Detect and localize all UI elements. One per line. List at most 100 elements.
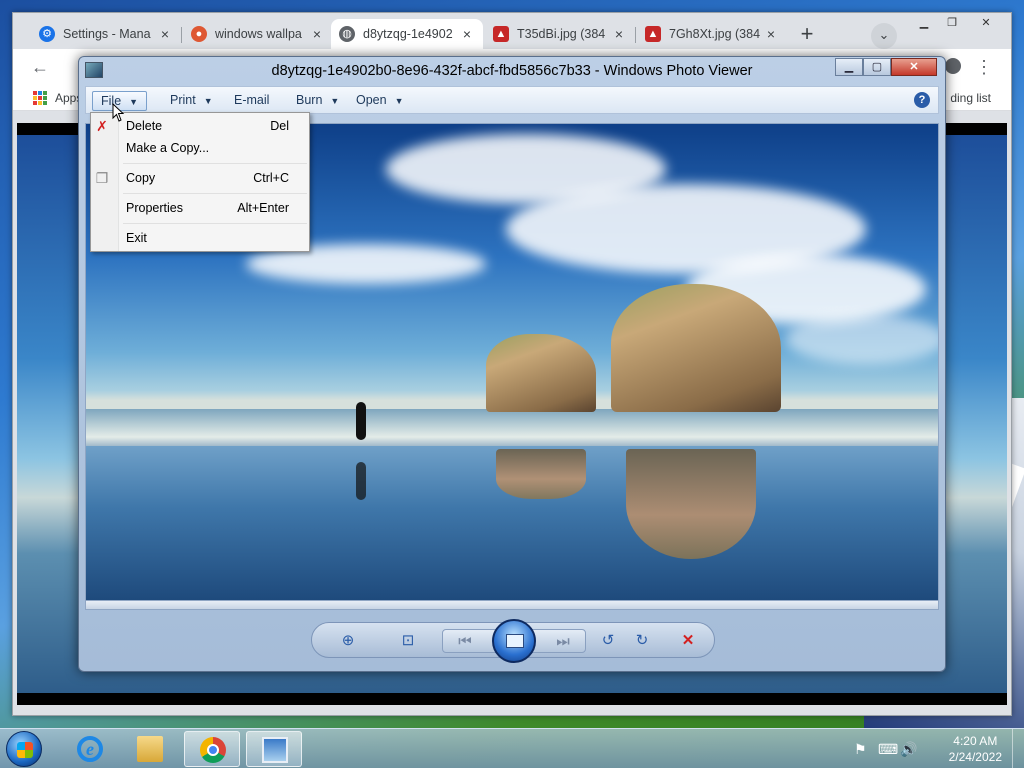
delete-x-icon: ✗ (96, 118, 108, 134)
menu-item-label: Properties (126, 201, 183, 215)
back-arrow-icon[interactable]: ← (31, 57, 49, 78)
photo-rock-small (486, 334, 596, 412)
delete-icon[interactable]: ✕ (678, 631, 698, 651)
close-tab-icon[interactable]: × (459, 26, 475, 42)
photo-viewer-titlebar[interactable]: d8ytzqg-1e4902b0-8e96-432f-abcf-fbd5856c… (79, 57, 945, 85)
image-icon: ▲ (493, 26, 509, 42)
tab-image-t35[interactable]: ▲ T35dBi.jpg (384 × (485, 19, 635, 49)
print-menu[interactable]: Print ▼ (162, 91, 221, 111)
tab-image-7gh[interactable]: ▲ 7Gh8Xt.jpg (384 × (637, 19, 787, 49)
slideshow-icon (506, 634, 524, 648)
email-label: E-mail (234, 93, 270, 107)
photo-runner (356, 402, 366, 440)
clock-date: 2/24/2022 (948, 750, 1002, 764)
print-menu-label: Print (170, 93, 196, 107)
photo-viewer-icon (262, 737, 288, 763)
open-menu-label: Open (356, 93, 387, 107)
close-tab-icon[interactable]: × (763, 26, 779, 42)
chevron-down-icon: ▼ (129, 97, 139, 107)
slideshow-button[interactable] (492, 619, 536, 663)
browser-maximize-button[interactable]: ❐ (937, 13, 967, 33)
taskbar-chrome[interactable] (184, 731, 240, 767)
window-title: d8ytzqg-1e4902b0-8e96-432f-abcf-fbd5856c… (271, 63, 753, 79)
duckduckgo-icon: ● (191, 26, 207, 42)
help-icon[interactable]: ? (914, 92, 930, 108)
zoom-icon[interactable]: ⊕ (338, 631, 358, 651)
photo-viewer-app-icon (85, 62, 103, 78)
menu-item-exit[interactable]: Exit (121, 227, 303, 249)
photo-bottom-edge (85, 600, 939, 610)
chevron-down-icon: ▼ (394, 96, 404, 106)
open-menu[interactable]: Open ▼ (348, 91, 412, 111)
menu-item-copy[interactable]: ❐ Copy Ctrl+C (96, 167, 303, 189)
close-tab-icon[interactable]: × (611, 26, 627, 42)
tab-active-image[interactable]: ◍ d8ytzqg-1e4902 × (331, 19, 483, 49)
menu-item-shortcut: Ctrl+C (253, 171, 289, 185)
email-button[interactable]: E-mail (226, 91, 277, 111)
tab-search[interactable]: ● windows wallpa × (183, 19, 333, 49)
browser-close-button[interactable]: ✕ (971, 13, 1001, 33)
menu-item-delete[interactable]: ✗ Delete Del (96, 115, 303, 137)
menu-item-make-copy[interactable]: Make a Copy... (121, 137, 303, 159)
clock-time: 4:20 AM (953, 734, 998, 748)
maximize-button[interactable]: ▢ (863, 58, 891, 76)
chevron-down-icon: ▼ (330, 96, 340, 106)
chevron-down-icon: ▼ (203, 96, 213, 106)
volume-icon[interactable]: 🔊 (900, 741, 917, 758)
taskbar: e ⚑ ⌨ 🔊 4:20 AM 2/24/2022 (0, 728, 1024, 768)
close-tab-icon[interactable]: × (309, 26, 325, 42)
photo-runner-reflection (356, 462, 366, 500)
start-button[interactable] (6, 731, 42, 767)
minimize-button[interactable]: ▁ (835, 58, 863, 76)
tab-label: windows wallpa (215, 27, 302, 41)
tab-label: T35dBi.jpg (384 (517, 27, 606, 41)
tab-settings[interactable]: ⚙ Settings - Mana × (31, 19, 181, 49)
apps-shortcut[interactable]: Apps (33, 91, 82, 105)
photo-viewer-menubar: File ▼ Print ▼ E-mail Burn ▼ Open ▼ ? (85, 86, 939, 114)
menu-item-label: Copy (126, 171, 156, 185)
taskbar-file-explorer[interactable] (122, 731, 178, 767)
network-icon[interactable]: ⌨ (878, 741, 898, 758)
taskbar-photo-viewer[interactable] (246, 731, 302, 767)
windows-logo-icon (17, 742, 33, 758)
tab-label: d8ytzqg-1e4902 (363, 27, 453, 41)
menu-item-label: Delete (126, 119, 163, 133)
previous-icon[interactable]: ⏮ (455, 632, 475, 652)
burn-menu-label: Burn (296, 93, 323, 107)
photo-rock-arch (611, 284, 781, 412)
file-dropdown-menu: ✗ Delete Del Make a Copy... ❐ Copy Ctrl+… (90, 112, 310, 252)
menu-item-label: Exit (126, 231, 147, 245)
close-tab-icon[interactable]: × (157, 26, 173, 42)
tab-search-button[interactable]: ⌄ (871, 23, 897, 49)
menu-item-properties[interactable]: Properties Alt+Enter (121, 197, 303, 219)
burn-menu[interactable]: Burn ▼ (288, 91, 347, 111)
internet-explorer-icon: e (77, 736, 103, 762)
gear-icon: ⚙ (39, 26, 55, 42)
system-tray: ⚑ ⌨ 🔊 4:20 AM 2/24/2022 (854, 729, 1024, 768)
image-icon: ▲ (645, 26, 661, 42)
menu-item-label: Make a Copy... (126, 141, 210, 155)
photo-controls-bar: ⊕ ⊡ ⏮ ⏭ ↺ ↻ ✕ (311, 619, 715, 663)
copy-icon: ❐ (95, 170, 109, 186)
action-center-flag-icon[interactable]: ⚑ (854, 741, 867, 758)
tab-strip: ⚙ Settings - Mana × ● windows wallpa × ◍… (13, 13, 1011, 49)
browser-menu-icon[interactable]: ⋮ (975, 57, 993, 78)
actual-size-icon[interactable]: ⊡ (398, 631, 418, 651)
tab-label: 7Gh8Xt.jpg (384 (669, 27, 761, 41)
next-icon[interactable]: ⏭ (553, 632, 573, 652)
rotate-counterclockwise-icon[interactable]: ↺ (598, 631, 618, 651)
taskbar-internet-explorer[interactable]: e (62, 731, 118, 767)
rotate-clockwise-icon[interactable]: ↻ (632, 631, 652, 651)
browser-minimize-button[interactable]: ▁ (909, 13, 939, 33)
photo-sea (86, 409, 938, 449)
new-tab-button[interactable]: + (793, 21, 821, 49)
globe-icon: ◍ (339, 26, 355, 42)
show-desktop-button[interactable] (1012, 729, 1024, 768)
tab-label: Settings - Mana (63, 27, 151, 41)
folder-icon (137, 736, 163, 762)
apps-grid-icon (33, 91, 47, 105)
clock[interactable]: 4:20 AM 2/24/2022 (949, 733, 1002, 765)
reading-list-button[interactable]: ding list (950, 91, 991, 105)
close-button[interactable]: ✕ (891, 58, 937, 76)
profile-avatar-icon[interactable] (945, 58, 961, 74)
